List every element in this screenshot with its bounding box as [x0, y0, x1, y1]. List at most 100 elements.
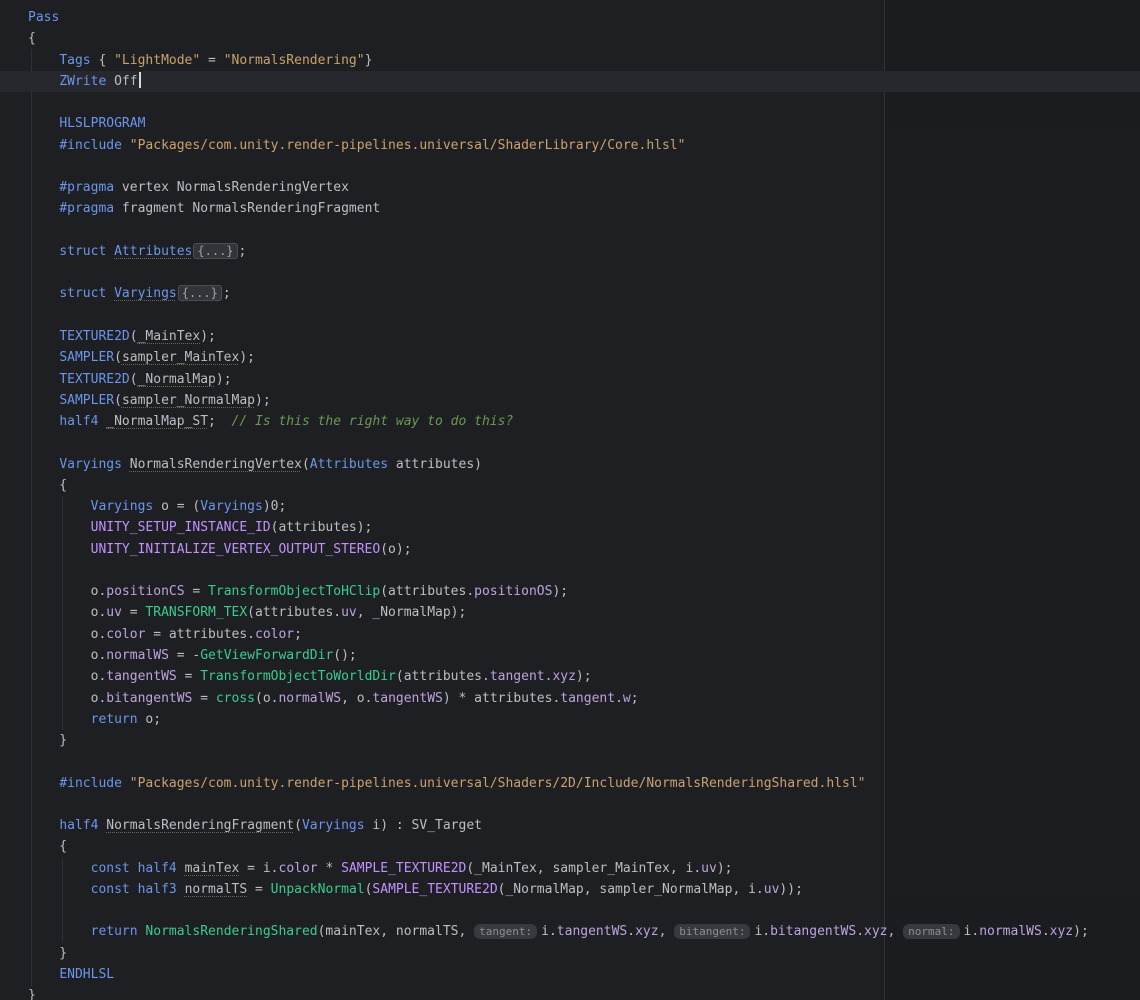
code-token: (: [294, 818, 302, 834]
code-line[interactable]: SAMPLER(sampler_MainTex);: [0, 347, 1140, 368]
code-token: );: [200, 328, 216, 344]
code-line[interactable]: {: [0, 28, 1140, 49]
code-line[interactable]: struct Varyings {...};: [0, 283, 1140, 304]
code-token: cross: [215, 690, 255, 706]
code-line[interactable]: o.tangentWS = TransformObjectToWorldDir(…: [0, 666, 1140, 687]
code-token: i.: [754, 924, 771, 940]
parameter-hint-chip[interactable]: normal:: [903, 924, 960, 940]
code-line[interactable]: half4 NormalsRenderingFragment(Varyings …: [0, 815, 1140, 836]
code-editor[interactable]: Pass { Tags { "LightMode" = "NormalsRende…: [0, 0, 1140, 1000]
code-line[interactable]: [0, 560, 1140, 581]
code-line[interactable]: [0, 92, 1140, 113]
code-line[interactable]: o.uv = TRANSFORM_TEX(attributes.uv, _Nor…: [0, 602, 1140, 623]
code-token: ;: [294, 626, 302, 642]
code-line[interactable]: const half4 mainTex = i.color * SAMPLE_T…: [0, 858, 1140, 879]
code-line[interactable]: Pass: [0, 7, 1140, 28]
code-line[interactable]: return o;: [0, 709, 1140, 730]
code-token: o.: [28, 584, 107, 600]
code-token: o = (: [153, 499, 201, 515]
code-line[interactable]: TEXTURE2D(_MainTex);: [0, 326, 1140, 347]
code-line[interactable]: Varyings NormalsRenderingVertex(Attribut…: [0, 454, 1140, 475]
code-line[interactable]: [0, 794, 1140, 815]
code-token: = -: [168, 647, 201, 663]
code-line[interactable]: [0, 900, 1140, 921]
code-line[interactable]: TEXTURE2D(_NormalMap);: [0, 369, 1140, 390]
code-line[interactable]: SAMPLER(sampler_NormalMap);: [0, 390, 1140, 411]
code-token: struct: [59, 286, 107, 302]
code-line[interactable]: #pragma vertex NormalsRenderingVertex: [0, 177, 1140, 198]
code-token: ));: [779, 881, 803, 897]
code-token: color: [255, 626, 295, 642]
code-area[interactable]: Pass { Tags { "LightMode" = "NormalsRende…: [0, 0, 1140, 1000]
code-line[interactable]: HLSLPROGRAM: [0, 113, 1140, 134]
code-line[interactable]: #include "Packages/com.unity.render-pipe…: [0, 135, 1140, 156]
code-line[interactable]: #pragma fragment NormalsRenderingFragmen…: [0, 198, 1140, 219]
folded-region[interactable]: {...}: [177, 285, 222, 302]
code-line[interactable]: #include "Packages/com.unity.render-pipe…: [0, 773, 1140, 794]
code-token: Varyings: [90, 499, 154, 515]
code-line[interactable]: ZWrite Off: [0, 70, 1140, 93]
code-line[interactable]: return NormalsRenderingShared(mainTex, n…: [0, 921, 1140, 942]
parameter-hint-chip[interactable]: bitangent:: [674, 924, 751, 940]
code-line[interactable]: ENDHLSL: [0, 964, 1140, 985]
code-line[interactable]: o.normalWS = -GetViewForwardDir();: [0, 645, 1140, 666]
code-token: sampler_MainTex: [121, 350, 240, 366]
code-line[interactable]: [0, 751, 1140, 772]
code-token: o.: [28, 605, 107, 621]
code-token: ;: [222, 286, 231, 302]
code-line[interactable]: {: [0, 836, 1140, 857]
code-line[interactable]: UNITY_SETUP_INSTANCE_ID(attributes);: [0, 517, 1140, 538]
folded-region[interactable]: {...}: [193, 242, 238, 259]
code-token: Varyings: [301, 818, 365, 834]
code-line[interactable]: o.color = attributes.color;: [0, 624, 1140, 645]
code-token: }: [364, 52, 373, 68]
code-line[interactable]: [0, 305, 1140, 326]
code-token: Varyings: [114, 286, 177, 302]
code-token: ) * attributes.: [442, 690, 561, 706]
code-token: TransformObjectToHClip: [208, 584, 381, 600]
code-line[interactable]: }: [0, 985, 1140, 1000]
code-line[interactable]: }: [0, 943, 1140, 964]
code-line[interactable]: [0, 262, 1140, 283]
code-token: mainTex: [184, 860, 240, 876]
code-line[interactable]: half4 _NormalMap_ST; // Is this the righ…: [0, 411, 1140, 432]
code-token: tangent: [489, 669, 545, 685]
code-token: o.: [28, 626, 107, 642]
code-token: UNITY_INITIALIZE_VERTEX_OUTPUT_STEREO: [90, 541, 381, 557]
code-token: return: [90, 924, 138, 940]
code-line[interactable]: UNITY_INITIALIZE_VERTEX_OUTPUT_STEREO(o)…: [0, 539, 1140, 560]
code-line[interactable]: [0, 220, 1140, 241]
code-token: ENDHLSL: [59, 966, 115, 982]
code-token: bitangentWS: [106, 690, 193, 706]
code-token: );: [552, 584, 569, 600]
code-token: half4: [137, 860, 177, 876]
code-token: , _NormalMap);: [356, 605, 467, 621]
code-token: ;: [630, 690, 639, 706]
code-line[interactable]: struct Attributes {...};: [0, 241, 1140, 262]
code-line[interactable]: Tags { "LightMode" = "NormalsRendering"}: [0, 50, 1140, 71]
code-token: (attributes.: [247, 605, 342, 621]
code-token: (attributes.: [395, 669, 490, 685]
code-token: Varyings: [200, 499, 263, 515]
code-token: .: [615, 690, 623, 706]
code-token: }: [28, 945, 68, 961]
code-line[interactable]: [0, 432, 1140, 453]
code-token: SAMPLER: [59, 350, 115, 366]
code-line[interactable]: o.positionCS = TransformObjectToHClip(at…: [0, 581, 1140, 602]
code-line[interactable]: [0, 156, 1140, 177]
code-line[interactable]: Varyings o = (Varyings)0;: [0, 496, 1140, 517]
code-line[interactable]: o.bitangentWS = cross(o.normalWS, o.tang…: [0, 688, 1140, 709]
code-line[interactable]: {: [0, 475, 1140, 496]
parameter-hint-chip[interactable]: tangent:: [474, 924, 538, 940]
code-line[interactable]: const half3 normalTS = UnpackNormal(SAMP…: [0, 879, 1140, 900]
code-token: SAMPLE_TEXTURE2D: [372, 881, 498, 897]
code-line[interactable]: }: [0, 730, 1140, 751]
